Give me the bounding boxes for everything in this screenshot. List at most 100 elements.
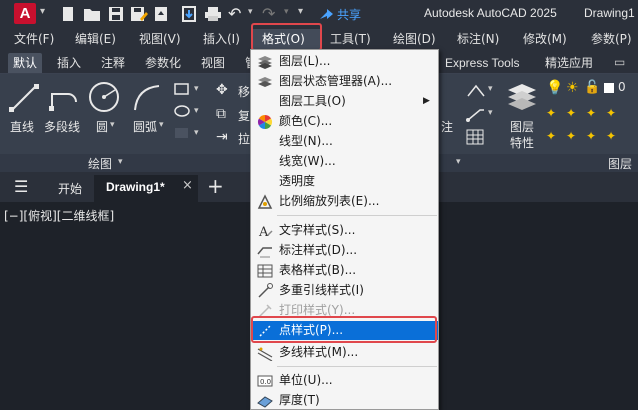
menu-item-layer-tools[interactable]: 图层工具(O) ▶ [251, 92, 438, 111]
open-folder-icon[interactable] [83, 6, 101, 22]
arc-dropdown-icon[interactable]: ▾ [159, 120, 164, 130]
tab-annotate[interactable]: 注释 [96, 53, 130, 73]
draw-panel-label[interactable]: 绘图 [88, 155, 112, 172]
menu-insert[interactable]: 插入(I) [203, 31, 240, 48]
layer-panel-label[interactable]: 图层 [608, 155, 632, 172]
line-label[interactable]: 直线 [10, 118, 34, 135]
leader-icon[interactable] [466, 106, 486, 122]
ribbon-options-icon[interactable]: ▭ [614, 55, 625, 69]
redo-icon[interactable]: ↷ [262, 4, 275, 23]
menu-edit[interactable]: 编辑(E) [75, 31, 116, 48]
leader-dropdown-icon[interactable]: ▾ [488, 108, 493, 118]
new-file-icon[interactable] [60, 6, 76, 22]
menu-item-linetype[interactable]: 线型(N)... [251, 132, 438, 151]
annotate-label[interactable]: 注 [441, 118, 453, 135]
gradient-icon[interactable] [173, 126, 191, 140]
rectangle-dropdown-icon[interactable]: ▾ [194, 84, 199, 94]
menu-view[interactable]: 视图(V) [139, 31, 181, 48]
dim-dropdown-icon[interactable]: ▾ [488, 84, 493, 94]
polyline-icon[interactable] [48, 82, 84, 114]
layer-tool-8-icon[interactable]: ✦ [606, 129, 616, 143]
save-as-icon[interactable] [130, 6, 148, 22]
menu-dimension[interactable]: 标注(N) [457, 31, 499, 48]
viewport-controls-label[interactable]: [−][俯视][二维线框] [4, 207, 114, 224]
arc-label[interactable]: 圆弧 [133, 118, 157, 135]
menu-item-layer[interactable]: 图层(L)... [251, 52, 438, 71]
redo-dropdown-icon[interactable]: ▾ [284, 7, 289, 17]
layer-tool-2-icon[interactable]: ✦ [566, 106, 576, 120]
hatch-dropdown-icon[interactable]: ▾ [194, 106, 199, 116]
arc-icon[interactable] [131, 82, 163, 114]
layer-color-swatch[interactable] [604, 83, 614, 93]
table-icon[interactable] [466, 129, 484, 145]
qat-customize-icon[interactable]: ▾ [298, 6, 303, 17]
share-label[interactable]: 共享 [337, 6, 361, 23]
line-icon[interactable] [8, 82, 40, 114]
menu-modify[interactable]: 修改(M) [523, 31, 567, 48]
menu-draw[interactable]: 绘图(D) [393, 31, 436, 48]
menu-item-layer-state[interactable]: 图层状态管理器(A)... [251, 72, 438, 91]
stretch-icon[interactable]: ⇥ [216, 129, 228, 145]
layer-lock-icon[interactable]: 🔓 [584, 80, 600, 95]
undo-dropdown-icon[interactable]: ▾ [248, 7, 253, 17]
move-label[interactable]: 移 [238, 83, 250, 100]
menu-item-dim-style[interactable]: 标注样式(D)... [251, 241, 438, 260]
gradient-dropdown-icon[interactable]: ▾ [194, 128, 199, 138]
annotate-panel-dropdown-icon[interactable]: ▾ [456, 157, 461, 167]
dim-linear-icon[interactable] [466, 82, 486, 98]
menu-item-mline-style[interactable]: 多线样式(M)... [251, 343, 438, 362]
app-menu-chevron-icon[interactable]: ▾ [40, 6, 45, 17]
move-icon[interactable]: ✥ [216, 82, 228, 98]
circle-icon[interactable] [87, 80, 121, 114]
circle-label[interactable]: 圆 [96, 118, 108, 135]
layer-properties-label-2[interactable]: 特性 [510, 134, 534, 151]
tab-parametric[interactable]: 参数化 [140, 53, 186, 73]
layer-tool-6-icon[interactable]: ✦ [566, 129, 576, 143]
menu-item-transparency[interactable]: 透明度 [251, 172, 438, 191]
menu-item-mleader-style[interactable]: 多重引线样式(I) [251, 281, 438, 300]
tab-close-icon[interactable]: × [182, 178, 193, 193]
import-icon[interactable] [181, 6, 197, 22]
layer-on-icon[interactable]: 💡 [546, 80, 563, 96]
layer-tool-1-icon[interactable]: ✦ [546, 106, 556, 120]
rectangle-icon[interactable] [173, 82, 191, 96]
tab-insert[interactable]: 插入 [52, 53, 86, 73]
layer-tool-5-icon[interactable]: ✦ [546, 129, 556, 143]
tab-start[interactable]: 开始 [58, 180, 82, 197]
undo-icon[interactable]: ↶ [228, 4, 241, 23]
menu-item-lineweight[interactable]: 线宽(W)... [251, 152, 438, 171]
tab-drawing[interactable]: Drawing1* [106, 180, 165, 194]
publish-icon[interactable] [153, 6, 171, 22]
tab-express-tools[interactable]: Express Tools [440, 53, 524, 73]
hamburger-menu-icon[interactable]: ☰ [14, 177, 28, 196]
layer-tool-7-icon[interactable]: ✦ [586, 129, 596, 143]
app-logo[interactable]: A [14, 3, 36, 24]
layer-tool-4-icon[interactable]: ✦ [606, 106, 616, 120]
circle-dropdown-icon[interactable]: ▾ [110, 120, 115, 130]
tab-featured-apps[interactable]: 精选应用 [540, 53, 598, 73]
layer-properties-label[interactable]: 图层 [510, 118, 534, 135]
menu-parametric[interactable]: 参数(P) [591, 31, 632, 48]
menu-item-units[interactable]: 0.0 单位(U)... [251, 371, 438, 390]
new-tab-button[interactable]: + [207, 174, 224, 198]
menu-item-scale-list[interactable]: 比例缩放列表(E)... [251, 192, 438, 211]
menu-file[interactable]: 文件(F) [14, 31, 54, 48]
polyline-label[interactable]: 多段线 [44, 118, 80, 135]
layer-freeze-icon[interactable]: ☀ [566, 80, 579, 96]
tab-default[interactable]: 默认 [8, 53, 43, 73]
copy-icon[interactable]: ⧉ [216, 106, 226, 122]
copy-label[interactable]: 复 [238, 107, 250, 124]
share-icon[interactable] [318, 6, 334, 22]
menu-item-text-style[interactable]: A 文字样式(S)... [251, 221, 438, 240]
menu-item-table-style[interactable]: 表格样式(B)... [251, 261, 438, 280]
stretch-label[interactable]: 拉 [238, 130, 250, 147]
menu-tools[interactable]: 工具(T) [330, 31, 371, 48]
tab-view[interactable]: 视图 [196, 53, 230, 73]
print-icon[interactable] [204, 6, 222, 22]
layer-tool-3-icon[interactable]: ✦ [586, 106, 596, 120]
menu-item-thickness[interactable]: 厚度(T) [251, 391, 438, 410]
menu-item-color[interactable]: 颜色(C)... [251, 112, 438, 131]
layer-properties-icon[interactable] [504, 80, 540, 114]
hatch-icon[interactable] [173, 104, 191, 118]
save-icon[interactable] [108, 6, 124, 22]
